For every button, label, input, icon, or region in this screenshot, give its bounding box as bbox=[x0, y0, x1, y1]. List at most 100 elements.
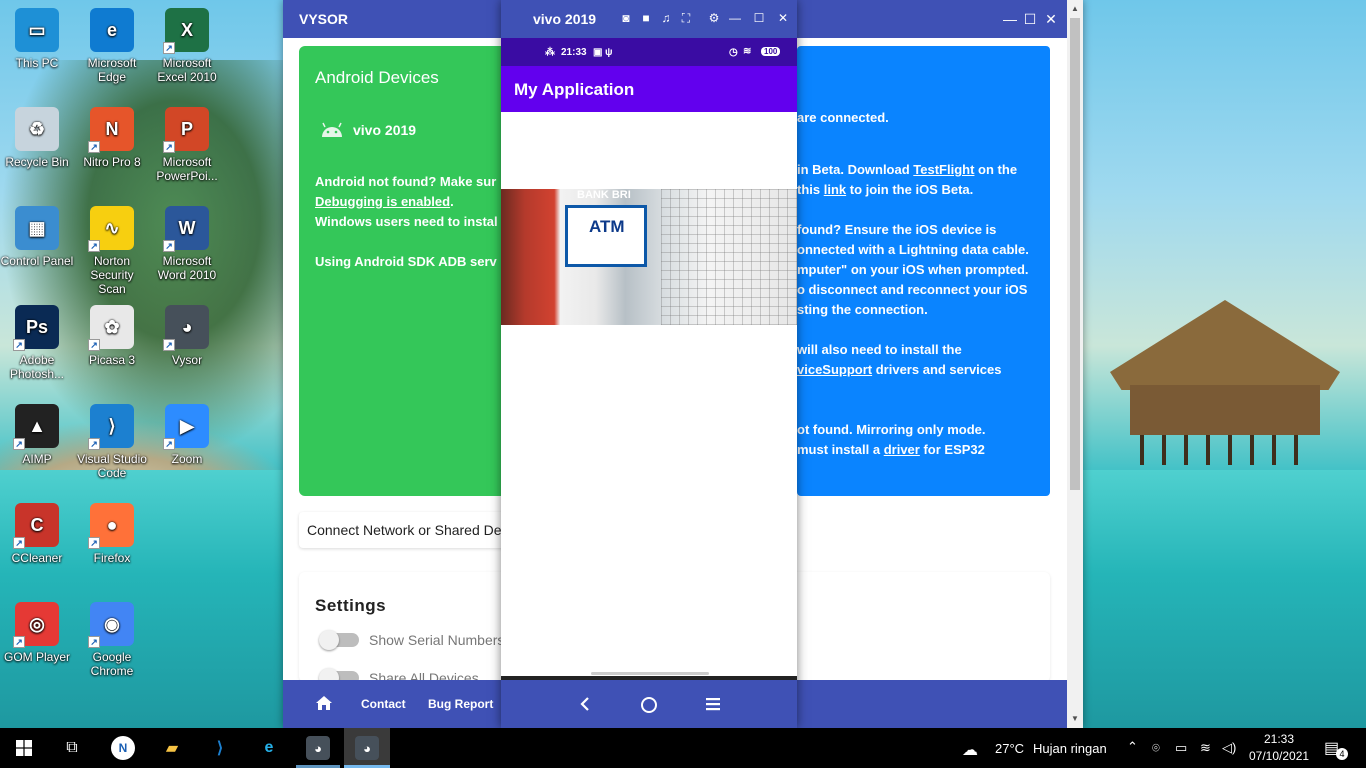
android-devices-card: Android Devices vivo 2019 Android not fo… bbox=[299, 46, 517, 496]
close-icon[interactable]: ✕ bbox=[776, 11, 790, 25]
setting-show-serial-numbers[interactable]: Show Serial Numbers bbox=[319, 630, 505, 650]
fullscreen-icon[interactable]: ⛶ bbox=[679, 11, 693, 25]
maximize-icon[interactable]: ☐ bbox=[1020, 9, 1040, 29]
notification-count-badge: 4 bbox=[1336, 748, 1348, 760]
weather-desc[interactable]: Hujan ringan bbox=[1033, 741, 1107, 756]
desktop-icon-label: CCleaner bbox=[11, 551, 63, 565]
vysor-taskbar-icon-active[interactable]: ◕ bbox=[355, 736, 379, 760]
ios-line12-a: must install a bbox=[797, 442, 884, 457]
status-time: 21:33 bbox=[561, 47, 587, 58]
firefox-icon: ● ↗ bbox=[88, 503, 134, 549]
app-title: My Application bbox=[514, 80, 635, 99]
close-icon[interactable]: ✕ bbox=[1041, 9, 1061, 29]
setting-label: Show Serial Numbers bbox=[369, 632, 505, 648]
shortcut-arrow-icon: ↗ bbox=[13, 636, 25, 648]
ios-line10-b: drivers and services bbox=[872, 362, 1002, 377]
desktop-icon-word[interactable]: W ↗ Microsoft Word 2010 bbox=[150, 206, 224, 282]
connect-network-button[interactable]: Connect Network or Shared De bbox=[299, 512, 517, 548]
toggle-switch[interactable] bbox=[319, 630, 359, 650]
android-help-line2: Debugging is enabled. bbox=[315, 192, 498, 212]
phone-mirror-window: vivo 2019 ◙ ■ ♫ ⛶ ⚙ — ☐ ✕ ⁂ 21:33 ▣ ψ ◷ … bbox=[501, 0, 797, 728]
desktop-icon-label: Recycle Bin bbox=[5, 155, 69, 169]
desktop-icon-zoom[interactable]: ▶ ↗ Zoom bbox=[150, 404, 224, 466]
desktop-icon-label: Zoom bbox=[171, 452, 203, 466]
scrollbar-thumb[interactable] bbox=[1070, 18, 1080, 490]
scroll-up-icon[interactable]: ▲ bbox=[1069, 4, 1081, 16]
desktop-icon-excel[interactable]: X ↗ Microsoft Excel 2010 bbox=[150, 8, 224, 84]
gom-player-icon: ◎ ↗ bbox=[13, 602, 59, 648]
ios-line2-b: on the bbox=[974, 162, 1018, 177]
record-icon[interactable]: ■ bbox=[639, 11, 653, 25]
wifi-tray-icon[interactable]: ≋ bbox=[1200, 740, 1211, 756]
scroll-down-icon[interactable]: ▼ bbox=[1069, 714, 1081, 726]
back-icon[interactable] bbox=[578, 696, 592, 712]
device-support-link[interactable]: viceSupport bbox=[797, 362, 872, 377]
audio-icon[interactable]: ♫ bbox=[659, 11, 673, 25]
settings-gear-icon[interactable]: ⚙ bbox=[707, 11, 721, 25]
volume-icon[interactable]: ◁) bbox=[1222, 740, 1236, 756]
desktop-icon-gom-player[interactable]: ◎ ↗ GOM Player bbox=[0, 602, 74, 664]
contact-link[interactable]: Contact bbox=[361, 697, 406, 711]
desktop-icon-this-pc[interactable]: ▭ This PC bbox=[0, 8, 74, 70]
desktop-icon-norton[interactable]: ∿ ↗ Norton Security Scan bbox=[75, 206, 149, 296]
clock-date[interactable]: 07/10/2021 bbox=[1249, 749, 1309, 763]
desktop-icon-label: Adobe Photosh... bbox=[9, 353, 65, 381]
desktop-icon-vysor[interactable]: ◕ ↗ Vysor bbox=[150, 305, 224, 367]
ios-line4: found? Ensure the iOS device is bbox=[797, 222, 997, 237]
desktop-icon-recycle-bin[interactable]: ♻ Recycle Bin bbox=[0, 107, 74, 169]
hut-roof bbox=[1110, 300, 1340, 390]
bug-report-link[interactable]: Bug Report bbox=[428, 697, 493, 711]
desktop-icon-picasa[interactable]: ✿ ↗ Picasa 3 bbox=[75, 305, 149, 367]
desktop-icon-chrome[interactable]: ◉ ↗ Google Chrome bbox=[75, 602, 149, 678]
ios-beta-link[interactable]: link bbox=[824, 182, 846, 197]
android-status-bar: ⁂ 21:33 ▣ ψ ◷ ≋ 100 bbox=[501, 38, 797, 66]
shortcut-arrow-icon: ↗ bbox=[88, 438, 100, 450]
shortcut-arrow-icon: ↗ bbox=[88, 636, 100, 648]
show-hidden-icons-icon[interactable]: ⌃ bbox=[1127, 739, 1138, 755]
menu-icon[interactable] bbox=[705, 697, 721, 711]
home-circle-icon[interactable] bbox=[640, 696, 658, 714]
ios-line8: sting the connection. bbox=[797, 302, 928, 317]
minimize-icon[interactable]: — bbox=[728, 11, 742, 25]
vscode-taskbar-icon[interactable]: ⟩ bbox=[208, 736, 232, 760]
windows-start-icon[interactable] bbox=[16, 740, 32, 756]
weather-temp[interactable]: 27°C bbox=[995, 741, 1024, 756]
maximize-icon[interactable]: ☐ bbox=[752, 11, 766, 25]
screenshot-icon[interactable]: ◙ bbox=[619, 11, 633, 25]
vscode-icon: ⟩ ↗ bbox=[88, 404, 134, 450]
weather-icon[interactable]: ☁ bbox=[962, 740, 978, 760]
file-explorer-icon[interactable]: ▰ bbox=[160, 736, 184, 760]
desktop-icon-vscode[interactable]: ⟩ ↗ Visual Studio Code bbox=[75, 404, 149, 480]
android-help-line1: Android not found? Make sur bbox=[315, 174, 497, 189]
esp32-driver-link[interactable]: driver bbox=[884, 442, 920, 457]
desktop-icon-control-panel[interactable]: ▦ Control Panel bbox=[0, 206, 74, 268]
meet-now-icon[interactable]: ⌾ bbox=[1152, 740, 1160, 756]
clock-time[interactable]: 21:33 bbox=[1264, 732, 1294, 746]
minimize-icon[interactable]: — bbox=[1000, 9, 1020, 29]
ios-line6: mputer" on your iOS when prompted. bbox=[797, 262, 1029, 277]
battery-tray-icon[interactable]: ▭ bbox=[1175, 740, 1187, 756]
testflight-link[interactable]: TestFlight bbox=[913, 162, 974, 177]
task-view-icon[interactable]: ⧉ bbox=[60, 736, 84, 760]
vysor-taskbar-icon[interactable]: ◕ bbox=[306, 736, 330, 760]
desktop-icon-photoshop[interactable]: Ps ↗ Adobe Photosh... bbox=[0, 305, 74, 381]
home-icon[interactable] bbox=[315, 695, 333, 711]
desktop-icon-edge[interactable]: e Microsoft Edge bbox=[75, 8, 149, 84]
hut-body bbox=[1130, 385, 1320, 435]
notification-icon: ▣ bbox=[593, 47, 603, 58]
shortcut-arrow-icon: ↗ bbox=[13, 537, 25, 549]
desktop-icon-label: Microsoft Word 2010 bbox=[157, 254, 217, 282]
edge-taskbar-icon[interactable]: e bbox=[257, 736, 281, 760]
phone-titlebar[interactable]: vivo 2019 ◙ ■ ♫ ⛶ ⚙ — ☐ ✕ bbox=[501, 0, 797, 38]
desktop-icon-powerpoint[interactable]: P ↗ Microsoft PowerPoi... bbox=[150, 107, 224, 183]
desktop-icon-ccleaner[interactable]: C ↗ CCleaner bbox=[0, 503, 74, 565]
desktop-icon-firefox[interactable]: ● ↗ Firefox bbox=[75, 503, 149, 565]
android-devices-heading: Android Devices bbox=[315, 68, 439, 87]
usb-debugging-link[interactable]: Debugging is enabled bbox=[315, 194, 450, 209]
shortcut-arrow-icon: ↗ bbox=[88, 141, 100, 153]
desktop-icon-aimp[interactable]: ▲ ↗ AIMP bbox=[0, 404, 74, 466]
device-item-vivo[interactable]: vivo 2019 bbox=[319, 122, 416, 138]
atm-image: BANK BRI ATM bbox=[501, 189, 797, 325]
nitro-taskbar-icon[interactable]: N bbox=[111, 736, 135, 760]
desktop-icon-nitro[interactable]: N ↗ Nitro Pro 8 bbox=[75, 107, 149, 169]
